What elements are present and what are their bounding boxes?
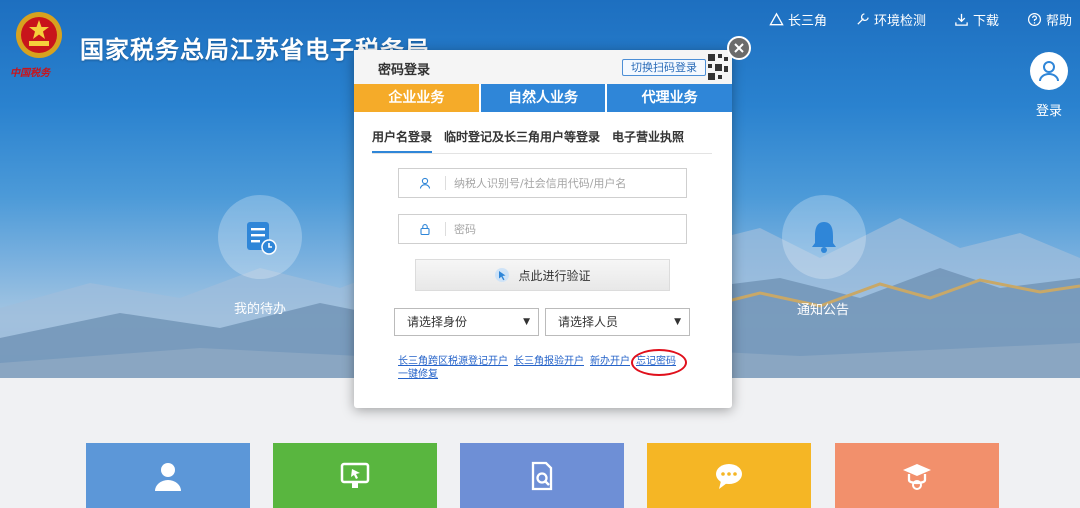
password-field	[398, 214, 687, 244]
tab-agent-business[interactable]: 代理业务	[607, 84, 733, 112]
tab-temporary-login[interactable]: 临时登记及长三角用户等登录	[444, 124, 600, 153]
bell-icon	[812, 222, 836, 253]
dialog-title: 密码登录	[378, 63, 431, 78]
tile-monitor[interactable]	[273, 443, 437, 508]
identity-select[interactable]: 请选择身份 ▼	[394, 308, 539, 336]
notice-shortcut[interactable]	[782, 195, 866, 279]
business-tabs: 企业业务 自然人业务 代理业务	[354, 84, 733, 112]
todo-label[interactable]: 我的待办	[234, 298, 286, 317]
login-link[interactable]: 登录	[1036, 100, 1062, 119]
nav-label: 长三角	[787, 14, 827, 29]
tile-search-document[interactable]	[460, 443, 624, 508]
help-icon	[1027, 12, 1042, 27]
switch-qr-login-button[interactable]: 切换扫码登录	[622, 59, 706, 76]
tab-e-license-login[interactable]: 电子营业执照	[612, 124, 684, 153]
username-input[interactable]	[454, 176, 674, 190]
nav-help[interactable]: 帮助	[1027, 10, 1072, 29]
link-delta-report-account[interactable]: 长三角报验开户	[514, 356, 584, 367]
forgot-password-highlight	[631, 349, 687, 376]
graduate-icon	[903, 463, 931, 490]
nav-env-check[interactable]: 环境检测	[855, 10, 926, 29]
tile-user[interactable]	[86, 443, 250, 508]
emblem-caption: 中国税务	[10, 68, 50, 79]
user-icon	[1039, 61, 1059, 82]
lock-icon	[420, 224, 430, 235]
user-icon	[419, 177, 431, 189]
monitor-icon	[340, 462, 370, 488]
field-separator	[445, 176, 446, 190]
nav-download[interactable]: 下载	[954, 10, 999, 29]
person-icon	[155, 462, 181, 491]
person-select[interactable]: 请选择人员 ▼	[545, 308, 690, 336]
nav-yangtze-delta[interactable]: 长三角	[769, 10, 827, 29]
password-input[interactable]	[454, 222, 674, 236]
tile-chat[interactable]	[647, 443, 811, 508]
user-avatar[interactable]	[1030, 52, 1068, 90]
tab-individual-business[interactable]: 自然人业务	[480, 84, 606, 112]
national-emblem-icon	[16, 12, 62, 58]
qr-code-icon[interactable]	[706, 52, 730, 82]
wrench-icon	[857, 13, 869, 25]
username-field	[398, 168, 687, 198]
tab-username-login[interactable]: 用户名登录	[372, 124, 433, 153]
notice-label[interactable]: 通知公告	[797, 299, 849, 318]
captcha-verify-button[interactable]: 点此进行验证	[415, 259, 670, 291]
todo-document-icon	[247, 222, 277, 255]
top-nav: 长三角 环境检测 下载 帮助	[769, 10, 1072, 29]
tab-enterprise-business[interactable]: 企业业务	[354, 84, 479, 112]
field-separator	[445, 222, 446, 236]
dropdown-arrow-icon: ▼	[674, 317, 681, 327]
nav-label: 环境检测	[873, 14, 926, 29]
chat-bubble-icon	[716, 463, 742, 489]
person-select-value: 请选择人员	[558, 315, 619, 329]
verify-label: 点此进行验证	[518, 268, 591, 283]
link-one-click-repair[interactable]: 一键修复	[398, 369, 438, 380]
tile-education[interactable]	[835, 443, 999, 508]
close-icon	[734, 43, 744, 53]
dialog-header: 密码登录 切换扫码登录	[354, 50, 732, 84]
nav-label: 帮助	[1045, 14, 1072, 29]
search-document-icon	[531, 461, 553, 490]
login-method-tabs: 用户名登录 临时登记及长三角用户等登录 电子营业执照	[372, 124, 712, 154]
pointer-icon	[495, 268, 510, 282]
link-new-account[interactable]: 新办开户	[590, 356, 630, 367]
nav-label: 下载	[972, 14, 999, 29]
triangle-icon	[769, 12, 784, 26]
identity-select-value: 请选择身份	[407, 315, 468, 329]
todo-shortcut[interactable]	[218, 195, 302, 279]
dialog-close-button[interactable]	[727, 36, 751, 60]
dropdown-arrow-icon: ▼	[523, 317, 530, 327]
link-cross-region-registration[interactable]: 长三角跨区税源登记开户	[398, 356, 508, 367]
download-icon	[955, 13, 968, 26]
